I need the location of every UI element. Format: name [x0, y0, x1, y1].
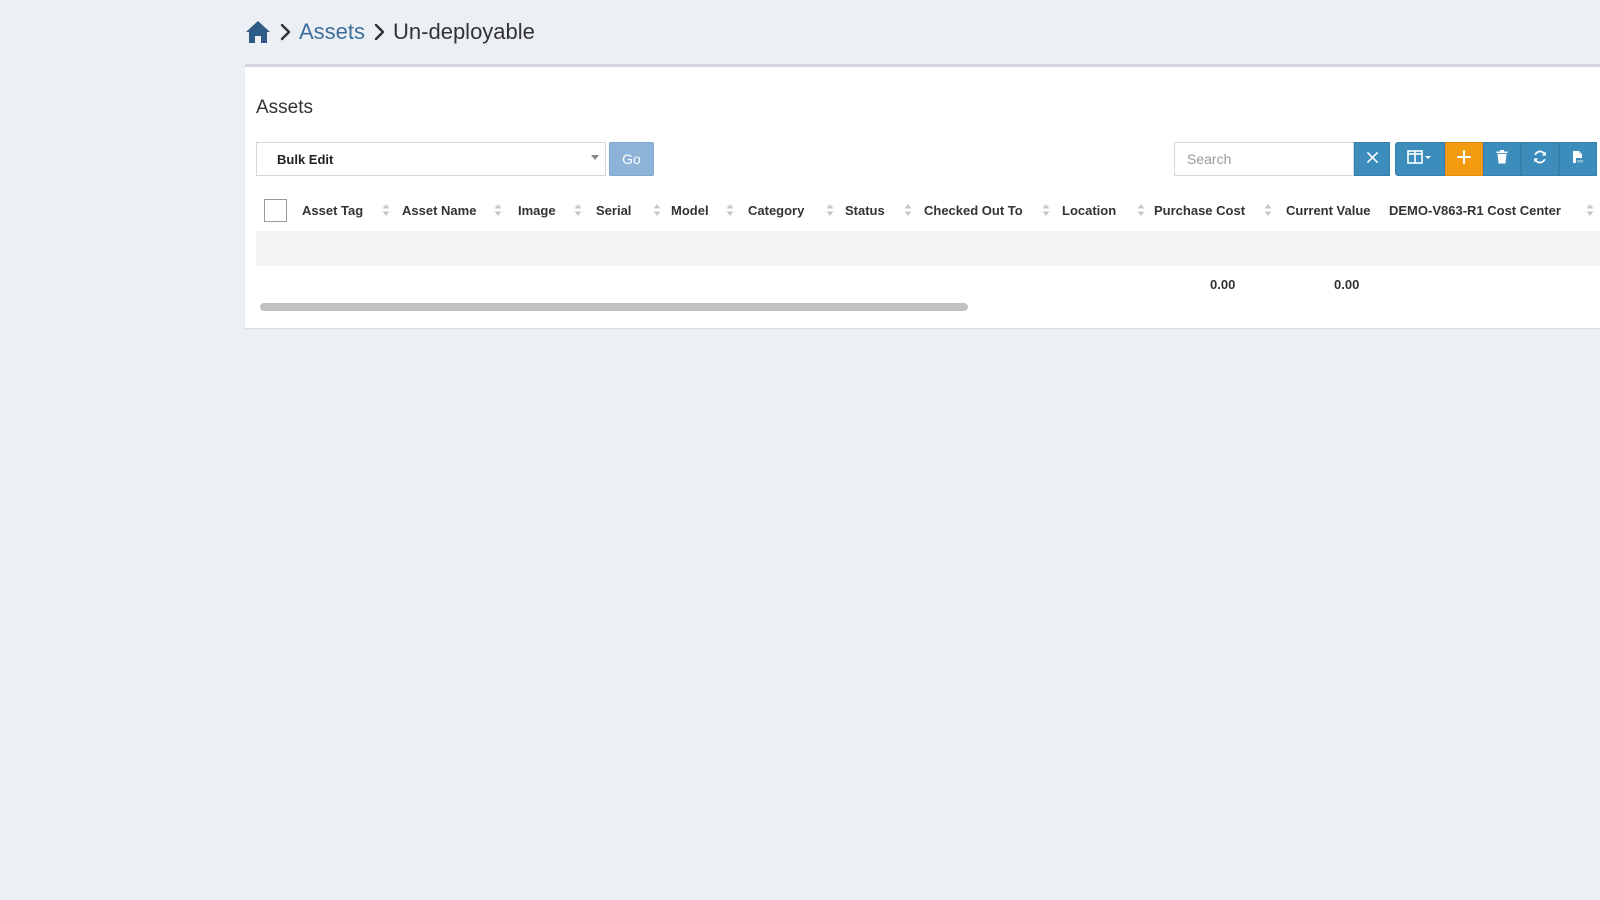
- column-header-label: Checked Out To: [924, 202, 1023, 218]
- column-header-label: DEMO-V863-R1 Cost Center: [1389, 202, 1561, 218]
- refresh-icon: [1533, 150, 1547, 169]
- caret-down-icon: [591, 155, 599, 160]
- plus-icon: [1457, 149, 1471, 169]
- scrollbar-thumb[interactable]: [260, 303, 968, 311]
- sort-icon: [826, 204, 834, 216]
- add-asset-button[interactable]: [1445, 142, 1483, 176]
- sort-icon: [574, 204, 582, 216]
- column-header-label: Location: [1062, 202, 1117, 218]
- column-header-label: Asset Name: [402, 202, 477, 218]
- column-header-current-value[interactable]: Current Value: [1286, 189, 1371, 231]
- column-header-label: Category: [748, 202, 805, 218]
- clear-search-button[interactable]: [1354, 142, 1390, 176]
- svg-text:csv: csv: [1577, 158, 1584, 163]
- column-header-location[interactable]: Location: [1062, 189, 1145, 231]
- breadcrumb: Assets Un-deployable: [245, 14, 535, 50]
- table-header-row: Asset Tag Asset Name Image Serial Model Categ…: [256, 189, 1600, 231]
- chevron-right-icon: [369, 22, 389, 42]
- assets-box: Assets Bulk Edit Go Search csv Asset Tag…: [245, 64, 1600, 328]
- column-header-label: Current Value: [1286, 202, 1371, 218]
- breadcrumb-current: Un-deployable: [393, 19, 535, 44]
- sort-icon: [904, 204, 912, 216]
- export-button[interactable]: csv: [1559, 142, 1597, 176]
- column-header-label: Serial: [596, 202, 632, 218]
- footer-current-value: 0.00: [1334, 276, 1360, 292]
- refresh-button[interactable]: [1521, 142, 1559, 176]
- column-header-label: Status: [845, 202, 885, 218]
- table-footer-row: 0.00 0.00: [256, 266, 1600, 299]
- table-row: [256, 231, 1600, 266]
- columns-icon: [1407, 149, 1433, 169]
- column-header-serial[interactable]: Serial: [596, 189, 661, 231]
- breadcrumb-assets-link[interactable]: Assets: [299, 19, 365, 45]
- bulk-actions-selected: Bulk Edit: [277, 151, 334, 167]
- column-header-asset-tag[interactable]: Asset Tag: [302, 189, 390, 231]
- column-header-asset-name[interactable]: Asset Name: [402, 189, 502, 231]
- sort-icon: [653, 204, 661, 216]
- column-header-model[interactable]: Model: [671, 189, 734, 231]
- column-header-label: Asset Tag: [302, 202, 364, 218]
- home-icon[interactable]: [245, 19, 271, 45]
- select-all-checkbox[interactable]: [264, 199, 287, 222]
- sort-icon: [1264, 204, 1272, 216]
- sort-icon: [1586, 204, 1594, 216]
- assets-table: Asset Tag Asset Name Image Serial Model Categ…: [256, 189, 1600, 299]
- column-header-status[interactable]: Status: [845, 189, 912, 231]
- search-input[interactable]: [1174, 142, 1354, 176]
- sort-icon: [726, 204, 734, 216]
- chevron-right-icon: [275, 22, 295, 42]
- column-header-label: Image: [518, 202, 556, 218]
- sort-icon: [382, 204, 390, 216]
- sort-icon: [494, 204, 502, 216]
- column-header-label: Model: [671, 202, 709, 218]
- column-header-cost-center[interactable]: DEMO-V863-R1 Cost Center: [1389, 189, 1594, 231]
- horizontal-scrollbar[interactable]: [256, 303, 1600, 311]
- column-header-label: Purchase Cost: [1154, 202, 1246, 218]
- columns-button[interactable]: [1395, 142, 1445, 176]
- table-toolbar: csv: [1395, 142, 1597, 176]
- box-title: Assets: [256, 97, 314, 118]
- export-csv-icon: csv: [1571, 150, 1585, 169]
- close-icon: [1366, 150, 1378, 168]
- column-header-category[interactable]: Category: [748, 189, 834, 231]
- sort-icon: [1137, 204, 1145, 216]
- trash-icon: [1496, 149, 1508, 169]
- delete-button[interactable]: [1483, 142, 1521, 176]
- column-header-image[interactable]: Image: [518, 189, 582, 231]
- sort-icon: [1042, 204, 1050, 216]
- bulk-actions-select[interactable]: Bulk Edit: [256, 142, 606, 176]
- column-header-checked-out-to[interactable]: Checked Out To: [924, 189, 1050, 231]
- go-button[interactable]: Go: [609, 142, 654, 176]
- footer-purchase-cost: 0.00: [1210, 276, 1236, 292]
- column-header-purchase-cost[interactable]: Purchase Cost: [1154, 189, 1272, 231]
